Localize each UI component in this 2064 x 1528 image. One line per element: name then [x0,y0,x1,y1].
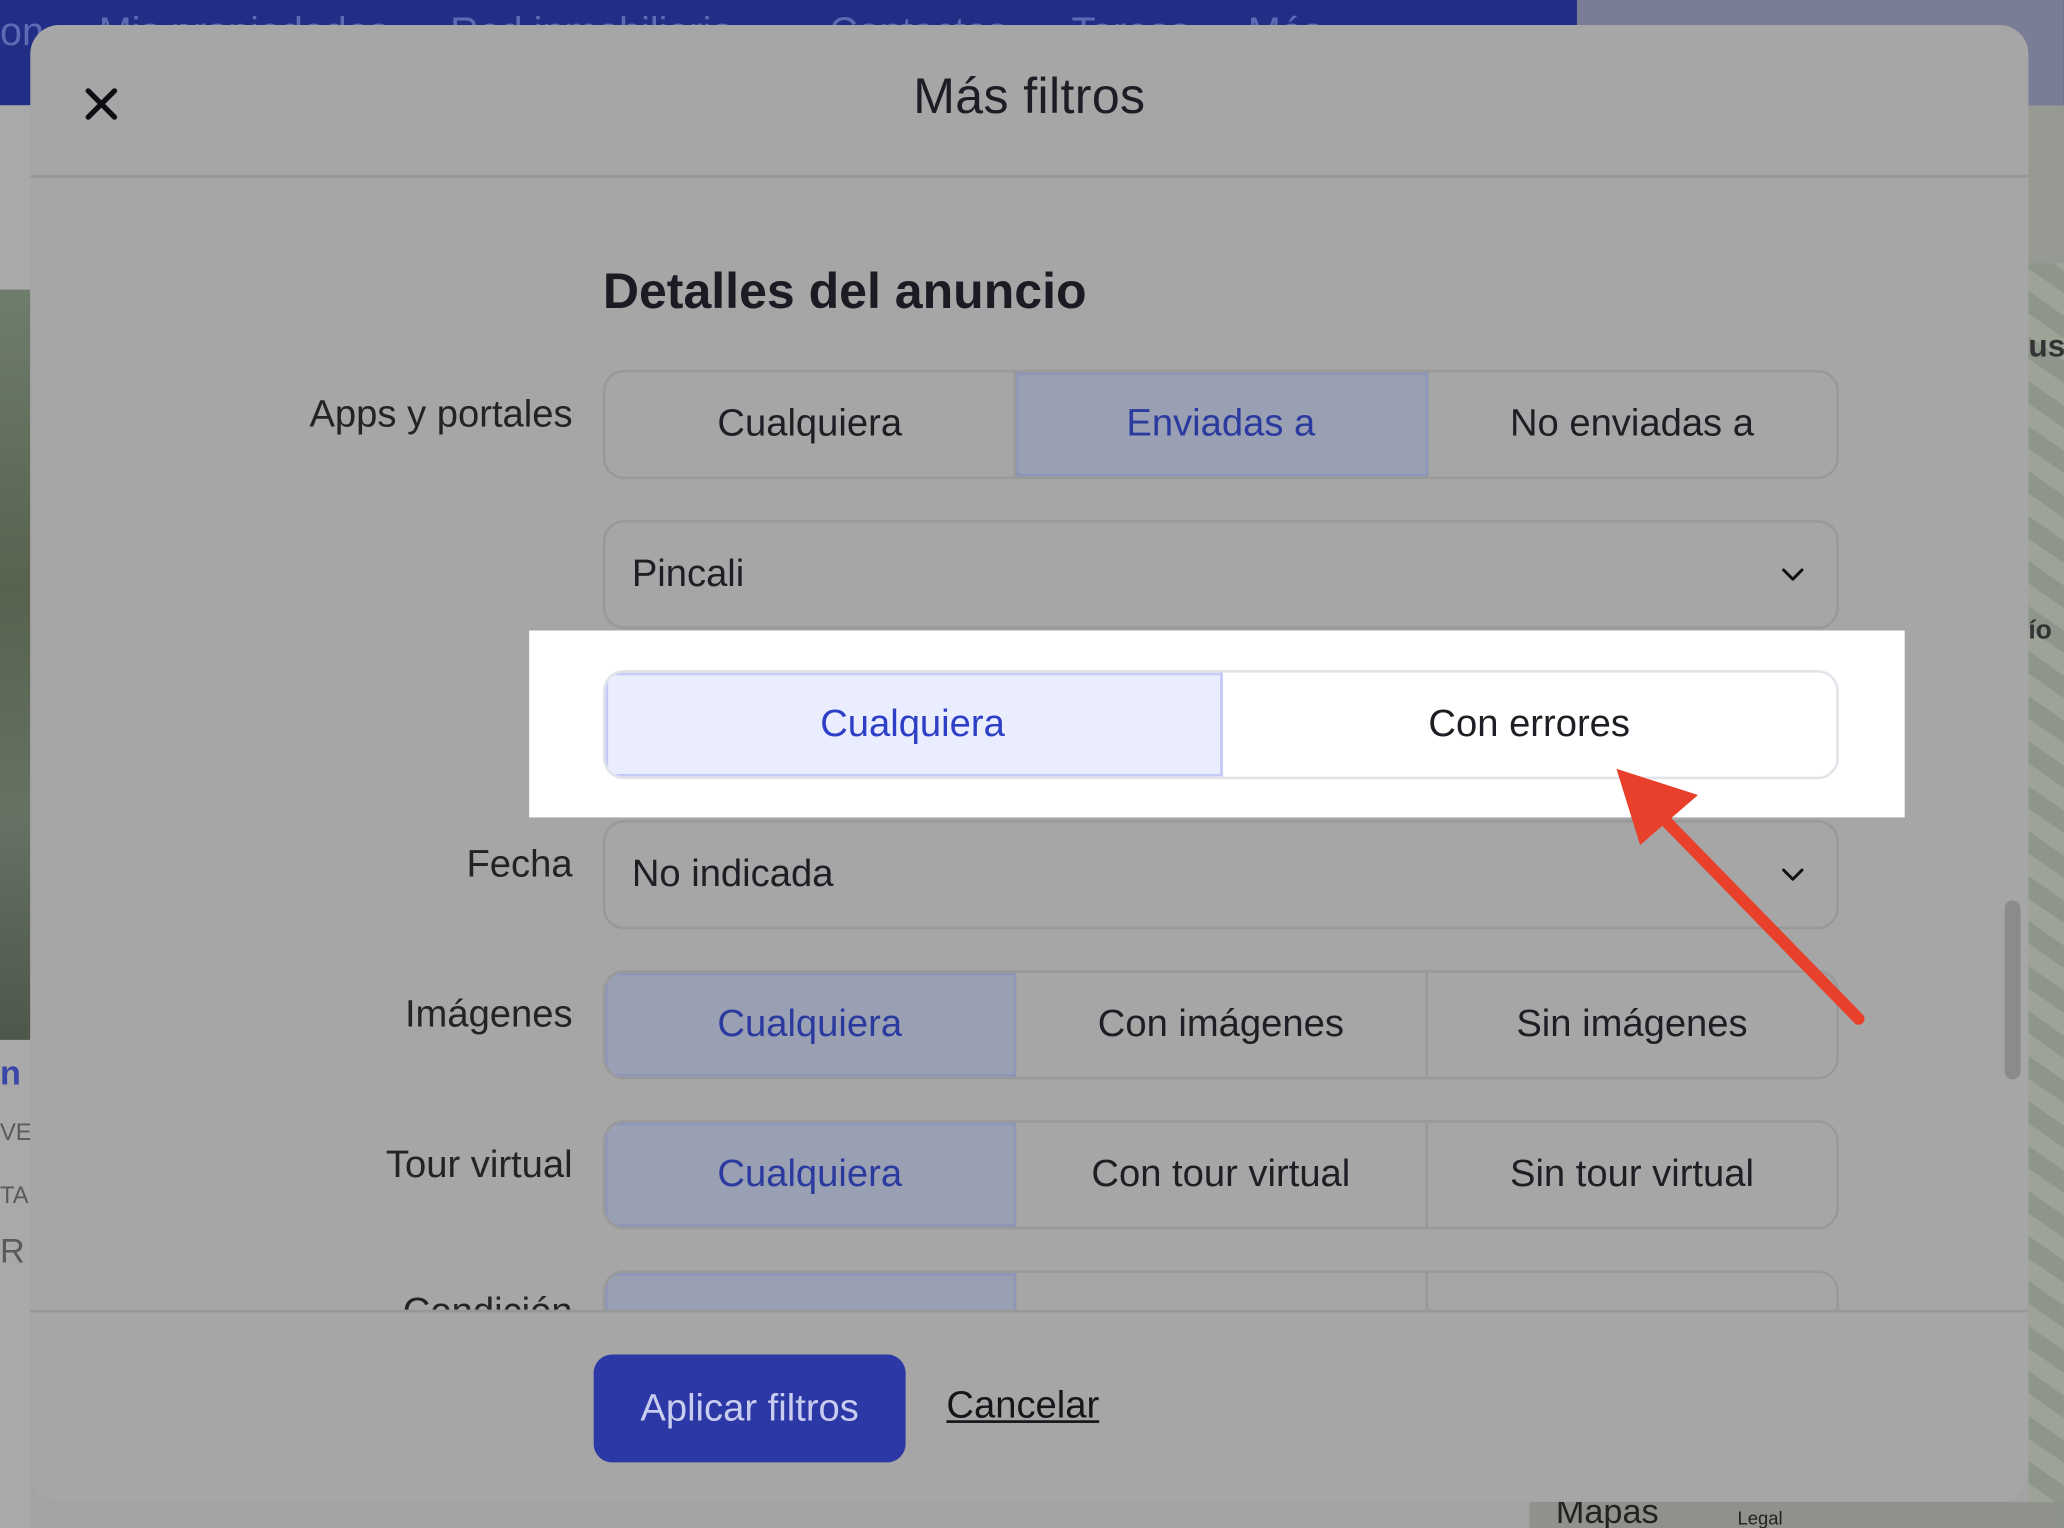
condition-option[interactable] [1017,1272,1428,1310]
tour-option-with[interactable]: Con tour virtual [1017,1122,1428,1227]
legal-link: Legal [1737,1507,1783,1528]
tour-option-without[interactable]: Sin tour virtual [1428,1123,1836,1227]
background-text: n [0,1053,21,1093]
background-text: us [2028,329,2064,365]
apply-filters-button[interactable]: Aplicar filtros [593,1354,906,1463]
condition-option[interactable] [1428,1273,1836,1310]
virtual-tour-label: Tour virtual [385,1143,573,1186]
chevron-down-icon [1782,568,1804,581]
errors-option-with-errors[interactable]: Con errores [1222,673,1836,777]
portal-select[interactable]: Pincali [602,519,1839,630]
background-text: R [0,1230,25,1271]
images-option-with[interactable]: Con imágenes [1017,972,1428,1077]
modal-footer: Aplicar filtros Cancelar [30,1309,2029,1502]
tour-option-any[interactable]: Cualquiera [605,1122,1017,1227]
background-listing-photo [0,289,31,1040]
apps-option-sent[interactable]: Enviadas a [1016,372,1428,477]
date-select[interactable]: No indicada [602,820,1839,930]
condition-option[interactable] [605,1272,1017,1310]
portal-select-value: Pincali [631,552,745,595]
modal-scrollbar[interactable] [2004,900,2021,1080]
chevron-down-icon [1782,868,1804,881]
apps-label: Apps y portales [309,393,573,436]
highlighted-errors-filter: Cualquiera Con errores [529,630,1905,818]
errors-segmented-control: Cualquiera Con errores [602,669,1839,780]
background-left-panel: n VE TA R [0,105,32,1528]
cancel-link[interactable]: Cancelar [946,1385,1099,1428]
apps-option-not-sent[interactable]: No enviadas a [1428,373,1836,477]
condition-segmented-control [602,1270,1839,1310]
date-select-value: No indicada [631,852,834,896]
screen: on Mis propiedades Red inmobiliaria Cont… [0,0,2064,1528]
condition-label: Condición [30,1291,573,1309]
images-option-any[interactable]: Cualquiera [605,972,1017,1077]
date-label: Fecha [466,843,573,886]
apps-segmented-control: Cualquiera Enviadas a No enviadas a [602,369,1839,480]
background-text: VE [0,1118,32,1146]
modal-title: Más filtros [913,69,1146,126]
background-text: ío [2028,616,2052,645]
background-map-footer: Mapas Legal [1529,1491,2064,1528]
background-text: TA [0,1182,29,1209]
apps-option-any[interactable]: Cualquiera [605,372,1017,477]
section-title: Detalles del anuncio [602,264,1087,320]
images-segmented-control: Cualquiera Con imágenes Sin imágenes [602,970,1839,1080]
modal-header: Más filtros [30,25,2029,178]
errors-option-any[interactable]: Cualquiera [605,672,1223,777]
virtual-tour-segmented-control: Cualquiera Con tour virtual Sin tour vir… [602,1120,1839,1230]
images-option-without[interactable]: Sin imágenes [1428,973,1836,1077]
background-map-tiles [2028,263,2064,1528]
images-label: Imágenes [404,993,573,1036]
background-map: us ío [2028,105,2064,1528]
